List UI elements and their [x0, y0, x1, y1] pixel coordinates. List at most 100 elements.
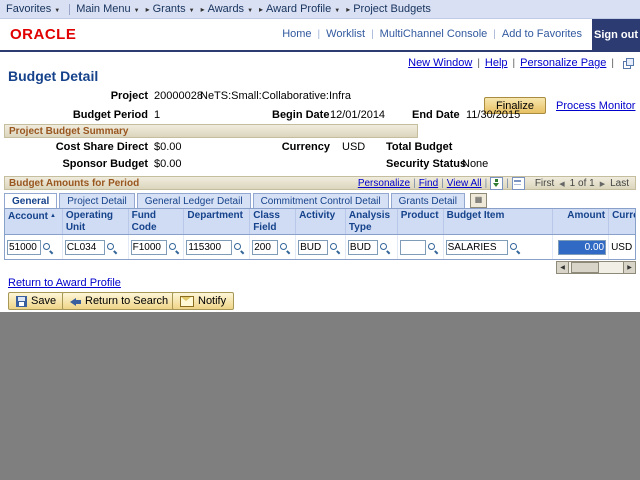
- save-icon: [16, 296, 27, 307]
- scroll-left-button[interactable]: [556, 261, 569, 274]
- column-header-currency[interactable]: Curren: [609, 209, 635, 234]
- first-link[interactable]: First: [535, 178, 554, 189]
- personalize-link[interactable]: Personalize: [358, 178, 410, 189]
- save-button[interactable]: Save: [8, 292, 64, 310]
- find-link[interactable]: Find: [419, 178, 438, 189]
- view-all-link[interactable]: View All: [447, 178, 482, 189]
- column-header-account[interactable]: Account: [5, 209, 63, 234]
- add-to-favorites-link[interactable]: Add to Favorites: [502, 28, 582, 40]
- tab-commitment-control-detail[interactable]: Commitment Control Detail: [253, 193, 389, 208]
- breadcrumb-label: Favorites: [6, 3, 51, 15]
- currency-code: USD: [611, 242, 632, 253]
- chevron-down-icon: [131, 3, 140, 15]
- analysis-type-input[interactable]: [348, 240, 378, 255]
- column-label: Amount: [567, 210, 605, 221]
- currency-label: Currency: [230, 141, 330, 153]
- copy-url-icon[interactable]: [623, 58, 634, 69]
- header-links: Home Worklist MultiChannel Console Add t…: [282, 28, 582, 40]
- breadcrumb-main-menu[interactable]: Main Menu: [76, 3, 139, 15]
- multichannel-console-link[interactable]: MultiChannel Console: [380, 28, 488, 40]
- lookup-icon[interactable]: [379, 242, 390, 253]
- department-input[interactable]: [186, 240, 232, 255]
- column-label: Budget Item: [447, 210, 505, 221]
- separator: [606, 57, 619, 69]
- show-all-columns-button[interactable]: [470, 193, 487, 208]
- return-to-award-profile-link[interactable]: Return to Award Profile: [8, 277, 121, 289]
- sign-out-button[interactable]: Sign out: [592, 19, 640, 50]
- lookup-icon[interactable]: [427, 242, 438, 253]
- scrollbar-track[interactable]: [569, 261, 623, 274]
- grid-toolbar: Personalize Find View All First 1 of 1 L…: [358, 177, 631, 190]
- tab-general-ledger-detail[interactable]: General Ledger Detail: [137, 193, 251, 208]
- breadcrumb-separator-icon: [343, 3, 353, 15]
- product-input[interactable]: [400, 240, 426, 255]
- budget-amounts-header: Budget Amounts for Period Personalize Fi…: [4, 176, 636, 190]
- lookup-icon[interactable]: [106, 242, 117, 253]
- amount-input[interactable]: [558, 240, 606, 255]
- security-status-label: Security Status: [386, 158, 466, 170]
- breadcrumb-separator-icon: [143, 3, 153, 15]
- column-header-analysis-type[interactable]: Analysis Type: [346, 209, 398, 234]
- column-header-fund-code[interactable]: Fund Code: [129, 209, 185, 234]
- breadcrumb-separator-icon: [198, 3, 208, 15]
- scrollbar-thumb[interactable]: [571, 262, 599, 273]
- download-grid-icon[interactable]: [490, 177, 503, 190]
- return-to-search-button[interactable]: Return to Search: [62, 292, 176, 310]
- operating-unit-input[interactable]: [65, 240, 105, 255]
- budget-item-input[interactable]: [446, 240, 508, 255]
- lookup-icon[interactable]: [509, 242, 520, 253]
- separator: [312, 28, 327, 40]
- total-budget-label: Total Budget: [386, 141, 452, 153]
- process-monitor-link[interactable]: Process Monitor: [556, 100, 635, 112]
- fund-code-input[interactable]: [131, 240, 167, 255]
- return-to-search-label: Return to Search: [85, 295, 168, 307]
- class-field-input[interactable]: [252, 240, 278, 255]
- account-input[interactable]: [7, 240, 41, 255]
- tab-general[interactable]: General: [4, 193, 57, 208]
- notify-button[interactable]: Notify: [172, 292, 234, 310]
- next-row-icon[interactable]: [597, 178, 608, 189]
- scroll-right-button[interactable]: [623, 261, 636, 274]
- breadcrumb-awards[interactable]: Awards: [208, 3, 253, 15]
- separator: [438, 178, 447, 189]
- lookup-icon[interactable]: [329, 242, 340, 253]
- new-window-link[interactable]: New Window: [408, 57, 472, 69]
- end-date-label: End Date: [412, 109, 460, 121]
- column-header-budget-item[interactable]: Budget Item: [444, 209, 554, 234]
- personalize-page-link[interactable]: Personalize Page: [520, 57, 606, 69]
- lookup-icon[interactable]: [233, 242, 244, 253]
- column-header-department[interactable]: Department: [184, 209, 250, 234]
- zoom-grid-icon[interactable]: [512, 177, 525, 190]
- breadcrumb-award-profile[interactable]: Award Profile: [266, 3, 340, 15]
- column-header-activity[interactable]: Activity: [296, 209, 346, 234]
- separator: [487, 28, 502, 40]
- activity-input[interactable]: [298, 240, 328, 255]
- section-title: Project Budget Summary: [9, 126, 128, 137]
- home-link[interactable]: Home: [282, 28, 311, 40]
- section-title: Budget Amounts for Period: [9, 178, 139, 189]
- breadcrumb-favorites[interactable]: Favorites: [6, 3, 60, 15]
- cost-share-direct-label: Cost Share Direct: [8, 141, 148, 153]
- budget-period-label: Budget Period: [8, 109, 148, 121]
- lookup-icon[interactable]: [279, 242, 290, 253]
- breadcrumb-label: Award Profile: [266, 3, 331, 15]
- project-value: 20000028: [154, 90, 203, 102]
- breadcrumb-project-budgets[interactable]: Project Budgets: [353, 3, 431, 15]
- lookup-icon[interactable]: [42, 242, 53, 253]
- column-header-operating-unit[interactable]: Operating Unit: [63, 209, 129, 234]
- worklist-link[interactable]: Worklist: [326, 28, 365, 40]
- lookup-icon[interactable]: [168, 242, 179, 253]
- application-window: Favorites Main Menu Grants Awards Award …: [0, 0, 640, 480]
- last-link[interactable]: Last: [610, 178, 629, 189]
- previous-row-icon[interactable]: [556, 178, 567, 189]
- row-position: 1 of 1: [570, 178, 595, 189]
- help-link[interactable]: Help: [485, 57, 508, 69]
- column-header-product[interactable]: Product: [398, 209, 444, 234]
- tab-project-detail[interactable]: Project Detail: [59, 193, 134, 208]
- column-header-amount[interactable]: Amount: [553, 209, 609, 234]
- page-utility-bar: New Window Help Personalize Page: [408, 57, 634, 69]
- column-label: Product: [401, 210, 439, 221]
- tab-grants-detail[interactable]: Grants Detail: [391, 193, 465, 208]
- column-header-class-field[interactable]: Class Field: [250, 209, 296, 234]
- breadcrumb-grants[interactable]: Grants: [153, 3, 195, 15]
